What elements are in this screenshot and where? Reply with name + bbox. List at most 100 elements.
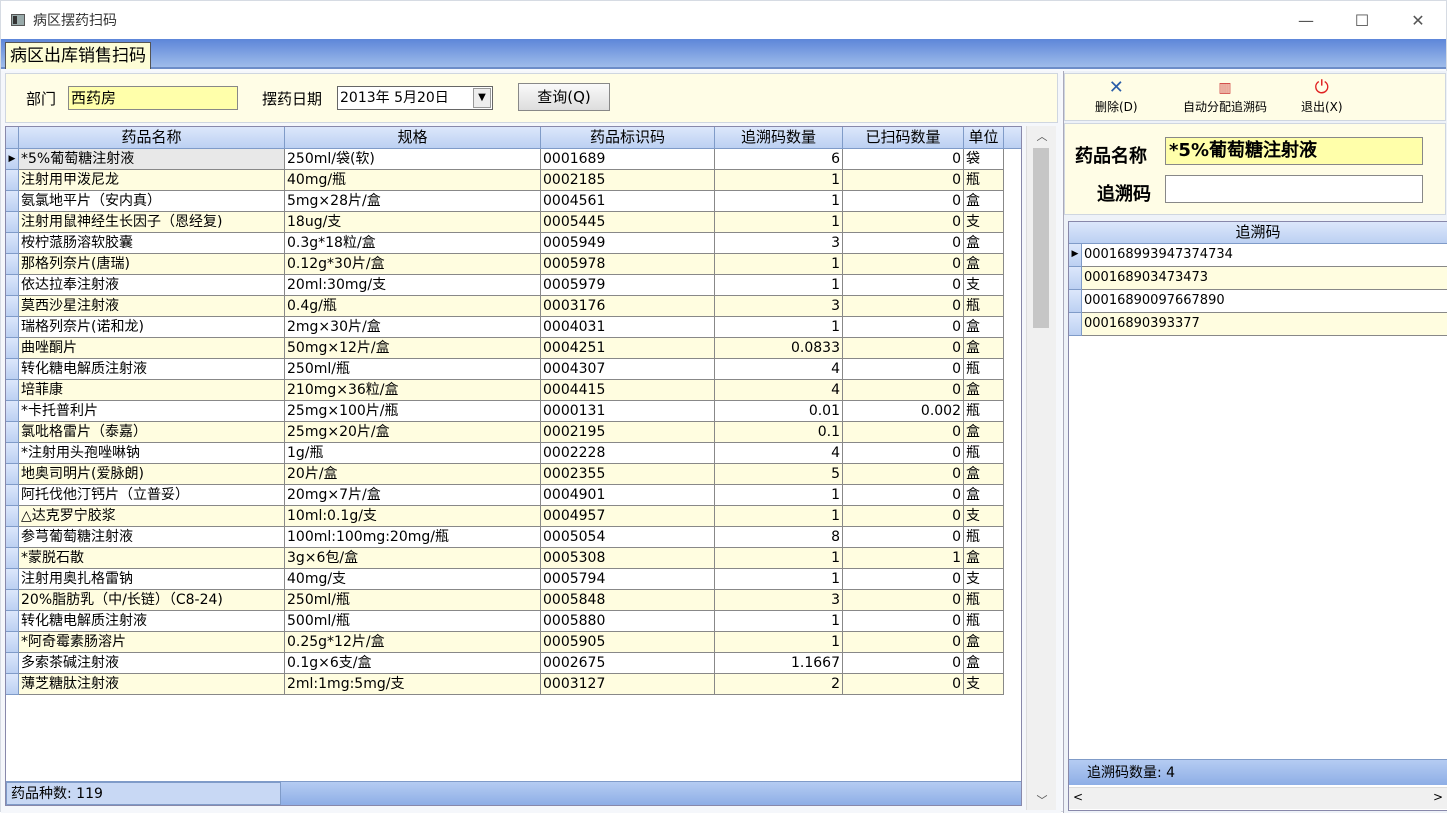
- table-row[interactable]: *卡托普利片 25mg×100片/瓶 0000131 0.01 0.002 瓶: [6, 401, 1021, 422]
- table-row[interactable]: 薄芝糖肽注射液 2ml:1mg:5mg/支 0003127 2 0 支: [6, 674, 1021, 695]
- trace-code-input[interactable]: [1165, 175, 1423, 203]
- table-row[interactable]: 培菲康 210mg×36粒/盒 0004415 4 0 盒: [6, 380, 1021, 401]
- list-item[interactable]: 00016890097667890: [1069, 290, 1447, 313]
- table-cell: 盒: [964, 464, 1004, 485]
- scroll-down-icon[interactable]: ﹀: [1027, 792, 1057, 808]
- table-row[interactable]: 参芎葡萄糖注射液 100ml:100mg:20mg/瓶 0005054 8 0 瓶: [6, 527, 1021, 548]
- trace-code-grid[interactable]: 追溯码 ▶ 000168993947374734 000168903473473 00…: [1068, 221, 1447, 811]
- table-cell: 3g×6包/盒: [285, 548, 541, 569]
- maximize-button[interactable]: ☐: [1334, 1, 1390, 39]
- app-window: 病区摆药扫码 — ☐ ✕ 病区出库销售扫码 部门 西药房 摆药日期 2013年 …: [0, 0, 1447, 813]
- date-value: 2013年 5月20日: [340, 90, 449, 106]
- table-cell: 盒: [964, 653, 1004, 674]
- table-cell: 18ug/支: [285, 212, 541, 233]
- chevron-down-icon[interactable]: ▼: [473, 88, 491, 108]
- table-cell: 0: [843, 485, 964, 506]
- table-row[interactable]: 那格列奈片(唐瑞) 0.12g*30片/盒 0005978 1 0 盒: [6, 254, 1021, 275]
- horizontal-scrollbar[interactable]: < >: [1069, 787, 1447, 809]
- vertical-scrollbar[interactable]: ︿ ﹀: [1026, 126, 1056, 810]
- table-cell: 500ml/瓶: [285, 611, 541, 632]
- table-row[interactable]: 多索茶碱注射液 0.1g×6支/盒 0002675 1.1667 0 盒: [6, 653, 1021, 674]
- table-cell: 0005794: [541, 569, 715, 590]
- table-cell: 0: [843, 506, 964, 527]
- table-cell: 0: [843, 527, 964, 548]
- table-cell: 0: [843, 149, 964, 170]
- table-row[interactable]: 依达拉奉注射液 20ml:30mg/支 0005979 1 0 支: [6, 275, 1021, 296]
- tab-ward-scan[interactable]: 病区出库销售扫码: [5, 42, 151, 69]
- row-indicator: [1069, 267, 1082, 290]
- table-row[interactable]: 20%脂肪乳（中/长链）（C8-24) 250ml/瓶 0005848 3 0 瓶: [6, 590, 1021, 611]
- table-row[interactable]: 莫西沙星注射液 0.4g/瓶 0003176 3 0 瓶: [6, 296, 1021, 317]
- table-cell: 1: [715, 569, 843, 590]
- drug-name-field[interactable]: *5%葡萄糖注射液: [1165, 137, 1423, 165]
- table-cell: 那格列奈片(唐瑞): [19, 254, 285, 275]
- table-cell: 5mg×28片/盒: [285, 191, 541, 212]
- date-picker[interactable]: 2013年 5月20日 ▼: [337, 86, 493, 110]
- filter-bar: 部门 西药房 摆药日期 2013年 5月20日 ▼ 查询(Q): [5, 73, 1058, 123]
- table-cell: 0.01: [715, 401, 843, 422]
- table-cell: 250ml/瓶: [285, 590, 541, 611]
- dept-field[interactable]: 西药房: [68, 86, 238, 110]
- drug-grid[interactable]: 药品名称 规格 药品标识码 追溯码数量 已扫码数量 单位 ▶ *5%葡萄糖注射液 250ml/…: [5, 126, 1022, 806]
- table-cell: 0.0833: [715, 338, 843, 359]
- scroll-left-icon[interactable]: <: [1073, 790, 1083, 804]
- table-cell: 1: [715, 254, 843, 275]
- row-indicator: [6, 254, 19, 275]
- column-header[interactable]: 追溯码数量: [715, 127, 843, 149]
- exit-button[interactable]: ⏻ 退出(X): [1301, 78, 1343, 115]
- table-row[interactable]: *阿奇霉素肠溶片 0.25g*12片/盒 0005905 1 0 盒: [6, 632, 1021, 653]
- scroll-right-icon[interactable]: >: [1433, 790, 1443, 804]
- column-header[interactable]: 药品名称: [19, 127, 285, 149]
- row-indicator: [6, 590, 19, 611]
- table-cell: 0: [843, 632, 964, 653]
- row-indicator: [6, 338, 19, 359]
- table-row[interactable]: 瑞格列奈片(诺和龙) 2mg×30片/盒 0004031 1 0 盒: [6, 317, 1021, 338]
- scroll-up-icon[interactable]: ︿: [1027, 128, 1057, 144]
- scroll-thumb[interactable]: [1033, 148, 1049, 328]
- delete-label: 删除(D): [1095, 100, 1138, 114]
- table-cell: 支: [964, 275, 1004, 296]
- auto-assign-button[interactable]: ▥ 自动分配追溯码: [1183, 78, 1267, 115]
- table-row[interactable]: 桉柠蒎肠溶软胶囊 0.3g*18粒/盒 0005949 3 0 盒: [6, 233, 1021, 254]
- column-header[interactable]: 单位: [964, 127, 1004, 149]
- table-row[interactable]: 氨氯地平片（安内真） 5mg×28片/盒 0004561 1 0 盒: [6, 191, 1021, 212]
- delete-button[interactable]: ✕ 删除(D): [1095, 78, 1138, 115]
- list-item[interactable]: ▶ 000168993947374734: [1069, 244, 1447, 267]
- list-item[interactable]: 000168903473473: [1069, 267, 1447, 290]
- query-button[interactable]: 查询(Q): [518, 83, 610, 111]
- table-cell: 0: [843, 191, 964, 212]
- table-row[interactable]: 曲唑酮片 50mg×12片/盒 0004251 0.0833 0 盒: [6, 338, 1021, 359]
- close-button[interactable]: ✕: [1390, 1, 1446, 39]
- table-row[interactable]: 注射用甲泼尼龙 40mg/瓶 0002185 1 0 瓶: [6, 170, 1021, 191]
- table-cell: 1: [715, 485, 843, 506]
- minimize-button[interactable]: —: [1278, 1, 1334, 39]
- table-row[interactable]: △达克罗宁胶浆 10ml:0.1g/支 0004957 1 0 支: [6, 506, 1021, 527]
- table-row[interactable]: 阿托伐他汀钙片（立普妥） 20mg×7片/盒 0004901 1 0 盒: [6, 485, 1021, 506]
- table-cell: 10ml:0.1g/支: [285, 506, 541, 527]
- table-cell: 盒: [964, 548, 1004, 569]
- table-row[interactable]: *蒙脱石散 3g×6包/盒 0005308 1 1 盒: [6, 548, 1021, 569]
- column-header[interactable]: 规格: [285, 127, 541, 149]
- table-cell: 依达拉奉注射液: [19, 275, 285, 296]
- table-row[interactable]: 注射用鼠神经生长因子（恩经复) 18ug/支 0005445 1 0 支: [6, 212, 1021, 233]
- table-cell: 1: [715, 506, 843, 527]
- table-row[interactable]: 氯吡格雷片（泰嘉） 25mg×20片/盒 0002195 0.1 0 盒: [6, 422, 1021, 443]
- list-item[interactable]: 00016890393377: [1069, 313, 1447, 336]
- table-cell: 1: [715, 170, 843, 191]
- table-row[interactable]: 注射用奥扎格雷钠 40mg/支 0005794 1 0 支: [6, 569, 1021, 590]
- table-cell: 1: [715, 317, 843, 338]
- table-cell: 8: [715, 527, 843, 548]
- table-cell: 0005880: [541, 611, 715, 632]
- table-row[interactable]: 转化糖电解质注射液 250ml/瓶 0004307 4 0 瓶: [6, 359, 1021, 380]
- column-header[interactable]: 药品标识码: [541, 127, 715, 149]
- table-cell: 薄芝糖肽注射液: [19, 674, 285, 695]
- grid-header: 药品名称 规格 药品标识码 追溯码数量 已扫码数量 单位: [6, 127, 1021, 149]
- table-row[interactable]: ▶ *5%葡萄糖注射液 250ml/袋(软) 0001689 6 0 袋: [6, 149, 1021, 170]
- column-header[interactable]: 已扫码数量: [843, 127, 964, 149]
- table-cell: 注射用甲泼尼龙: [19, 170, 285, 191]
- table-row[interactable]: *注射用头孢唑啉钠 1g/瓶 0002228 4 0 瓶: [6, 443, 1021, 464]
- table-row[interactable]: 转化糖电解质注射液 500ml/瓶 0005880 1 0 瓶: [6, 611, 1021, 632]
- table-row[interactable]: 地奥司明片(爱脉朗) 20片/盒 0002355 5 0 盒: [6, 464, 1021, 485]
- current-row-icon: ▶: [6, 149, 19, 170]
- table-cell: 6: [715, 149, 843, 170]
